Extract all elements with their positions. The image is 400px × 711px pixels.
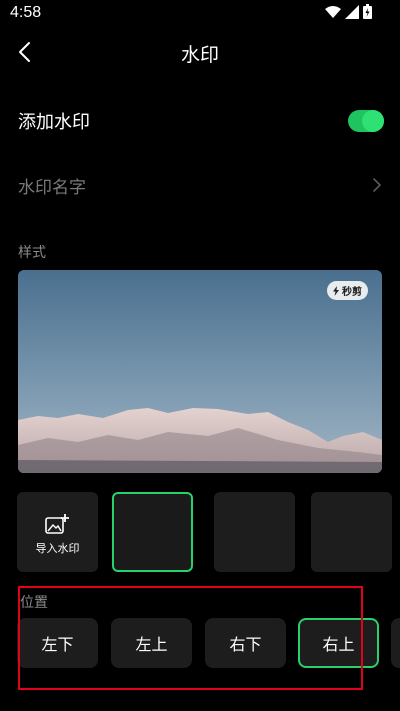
style-thumb-selected[interactable] (112, 492, 193, 572)
position-section-title: 位置 (20, 595, 48, 611)
add-watermark-row: 添加水印 (0, 100, 400, 140)
preview-image (18, 270, 382, 473)
import-watermark-label: 导入水印 (35, 542, 80, 555)
status-time: 4:58 (10, 4, 42, 21)
image-add-icon (45, 514, 69, 534)
signal-icon (345, 4, 359, 19)
brand-badge-label: 秒剪 (342, 287, 362, 298)
position-top-left[interactable]: 左上 (111, 618, 192, 668)
watermark-style-list: 导入水印 (17, 492, 400, 574)
position-bottom-left[interactable]: 左下 (17, 618, 98, 668)
page-title: 水印 (180, 44, 219, 66)
import-watermark-button[interactable]: 导入水印 (17, 492, 98, 572)
chevron-right-icon (373, 178, 382, 192)
status-bar: 4:58 (0, 0, 400, 28)
watermark-name-row[interactable]: 水印名字 (0, 165, 400, 205)
position-bottom-right[interactable]: 右下 (205, 618, 286, 668)
style-section-title: 样式 (18, 245, 46, 261)
add-watermark-toggle[interactable] (348, 110, 384, 132)
watermark-name-label: 水印名字 (18, 178, 86, 198)
add-watermark-label: 添加水印 (18, 112, 90, 133)
nav-bar: 水印 (0, 34, 400, 70)
brand-badge: 秒剪 (327, 281, 368, 300)
status-icons (325, 4, 372, 19)
wifi-icon (325, 5, 341, 18)
position-options: 左下 左上 右下 右上 (17, 618, 400, 670)
watermark-preview: 秒剪 (18, 270, 382, 473)
position-option-more[interactable] (391, 618, 400, 668)
style-thumb[interactable] (311, 492, 392, 572)
lightning-icon (333, 285, 339, 296)
style-thumb[interactable] (214, 492, 295, 572)
position-top-right[interactable]: 右上 (298, 618, 379, 668)
toggle-knob (362, 110, 384, 132)
battery-icon (363, 4, 372, 19)
